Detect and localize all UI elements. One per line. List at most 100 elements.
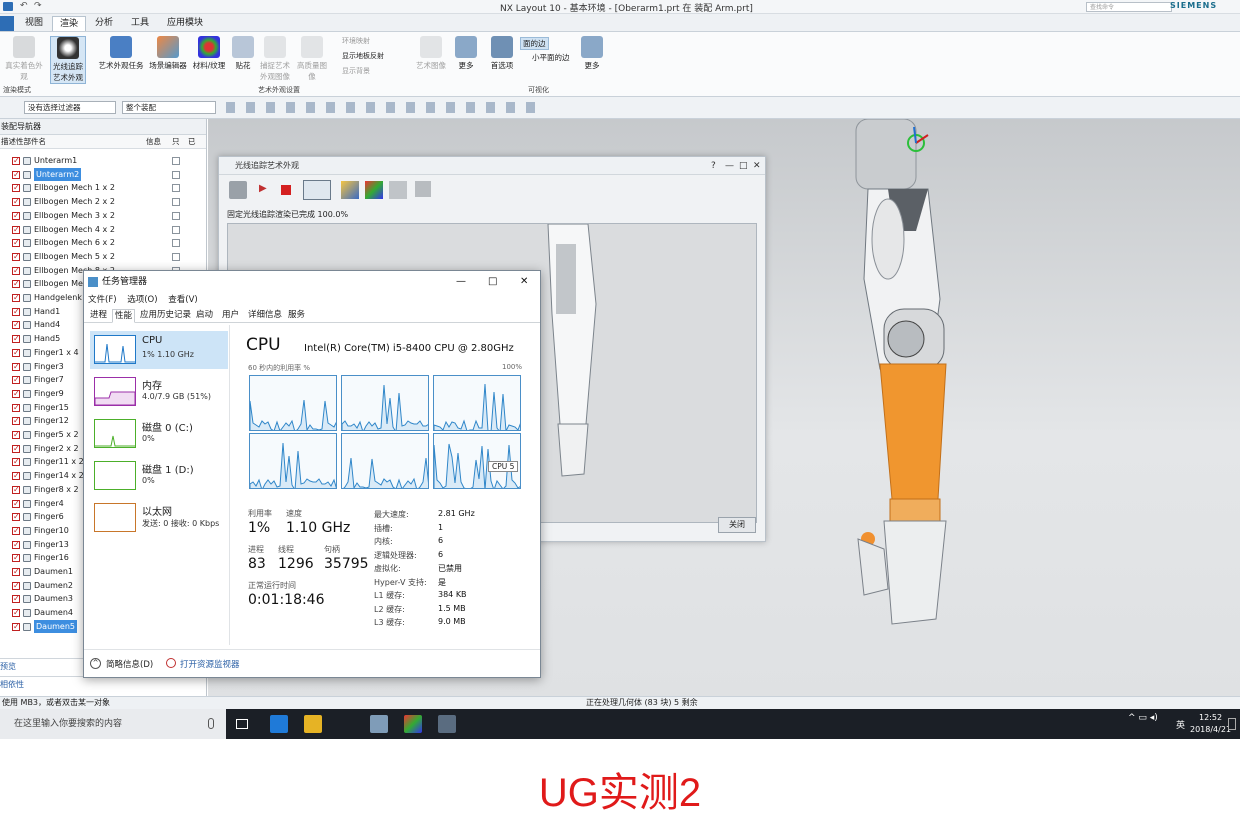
resource-memory[interactable]: 内存 4.0/7.9 GB (51%) [90, 373, 228, 411]
studio-taskbar-icon[interactable] [404, 715, 422, 733]
visibility-checkbox[interactable] [12, 250, 20, 263]
navigator-row[interactable]: Unterarm2 [0, 167, 196, 181]
only-checkbox[interactable] [172, 157, 180, 165]
tm-close-icon[interactable]: ✕ [520, 271, 528, 293]
more-button-1[interactable]: 更多 [454, 36, 478, 71]
tab-tools[interactable]: 工具 [124, 16, 156, 31]
collapse-icon[interactable]: ^ [90, 658, 101, 669]
export-icon[interactable] [389, 181, 407, 199]
app-menu-icon[interactable] [3, 2, 13, 11]
visibility-checkbox[interactable] [12, 538, 20, 551]
visibility-checkbox[interactable] [12, 428, 20, 441]
system-tray-icons[interactable]: ^ ▭ ◂) [1128, 713, 1158, 723]
tab-application[interactable]: 应用模块 [160, 16, 210, 31]
save-image-icon[interactable] [341, 181, 359, 199]
visibility-checkbox[interactable] [12, 401, 20, 414]
environment-map-item[interactable]: 环境映射 [342, 36, 370, 46]
visibility-checkbox[interactable] [12, 277, 20, 290]
dependencies-panel-toggle[interactable]: 相依性 [0, 676, 207, 692]
visibility-checkbox[interactable] [12, 469, 20, 482]
play-icon[interactable]: ▶ [259, 183, 267, 194]
tab-view[interactable]: 视图 [18, 16, 50, 31]
open-resource-monitor-link[interactable]: 打开资源监视器 [180, 658, 240, 670]
floor-reflection-item[interactable]: 显示地板反射 [342, 51, 384, 61]
col-info[interactable]: 信息 [146, 135, 161, 149]
render-icon[interactable] [229, 181, 247, 199]
tab-app-history[interactable]: 应用历史记录 [138, 309, 193, 323]
selection-filter-combo[interactable]: 没有选择过滤器 [24, 101, 116, 114]
visibility-checkbox[interactable] [12, 455, 20, 468]
microphone-icon[interactable] [208, 718, 214, 729]
resource-disk0[interactable]: 磁盘 0 (C:) 0% [90, 415, 228, 453]
select-tools-icon-strip[interactable] [226, 102, 536, 113]
tab-services[interactable]: 服务 [286, 309, 307, 323]
display-mode-dropdown[interactable] [303, 180, 331, 200]
visibility-checkbox[interactable] [12, 264, 20, 277]
only-checkbox[interactable] [172, 252, 180, 261]
tab-startup[interactable]: 启动 [194, 309, 215, 323]
resource-disk1[interactable]: 磁盘 1 (D:) 0% [90, 457, 228, 495]
preferences-button[interactable]: 首选项 [486, 36, 518, 71]
navigator-row[interactable]: Ellbogen Mech 2 x 2 [0, 195, 196, 208]
notification-icon[interactable] [1228, 718, 1236, 730]
resource-cpu[interactable]: CPU 1% 1.10 GHz [90, 331, 228, 369]
visibility-checkbox[interactable] [12, 579, 20, 592]
task-view-icon[interactable] [236, 719, 248, 729]
visibility-checkbox[interactable] [12, 360, 20, 373]
visibility-checkbox[interactable] [12, 387, 20, 400]
tab-processes[interactable]: 进程 [88, 309, 109, 323]
command-search-input[interactable]: 查找命令 [1086, 2, 1172, 12]
tab-performance[interactable]: 性能 [112, 309, 136, 323]
stop-icon[interactable] [281, 185, 291, 195]
visibility-checkbox[interactable] [12, 373, 20, 386]
show-background-item[interactable]: 显示背景 [342, 66, 370, 76]
high-quality-image-button[interactable]: 高质量图像 [294, 36, 330, 82]
visibility-checkbox[interactable] [12, 223, 20, 236]
ime-indicator[interactable]: 英 [1176, 718, 1185, 731]
visibility-checkbox[interactable] [12, 592, 20, 605]
visibility-checkbox[interactable] [12, 154, 20, 167]
visibility-checkbox[interactable] [12, 414, 20, 427]
navigator-row[interactable]: Ellbogen Mech 4 x 2 [0, 223, 196, 236]
maximize-icon[interactable]: □ [739, 157, 748, 175]
tm-maximize-icon[interactable]: □ [488, 271, 497, 293]
undo-icon[interactable]: ↶ [20, 1, 28, 11]
tab-users[interactable]: 用户 [220, 309, 241, 323]
col-only[interactable]: 只 [172, 135, 180, 149]
robot-arm-model[interactable] [828, 119, 1008, 629]
artistic-image-button[interactable]: 艺术图像 [414, 36, 448, 71]
true-shading-button[interactable]: 真实着色外观 [2, 36, 46, 82]
visibility-checkbox[interactable] [12, 332, 20, 345]
visibility-checkbox[interactable] [12, 305, 20, 318]
raytrace-close-button[interactable]: 关闭 [718, 517, 756, 533]
menu-view[interactable]: 查看(V) [168, 295, 197, 305]
tab-render[interactable]: 渲染 [52, 16, 87, 31]
facet-edges-toggle[interactable]: 小平面的边 [532, 52, 570, 63]
capture-image-button[interactable]: 捕捉艺术外观图像 [258, 36, 292, 82]
only-checkbox[interactable] [172, 184, 180, 193]
visibility-checkbox[interactable] [12, 524, 20, 537]
edge-icon[interactable] [270, 715, 288, 733]
visibility-checkbox[interactable] [12, 318, 20, 331]
close-icon[interactable]: ✕ [753, 157, 761, 175]
material-texture-button[interactable]: 材料/纹理 [192, 36, 226, 71]
resource-ethernet[interactable]: 以太网 发送: 0 接收: 0 Kbps [90, 499, 228, 537]
only-checkbox[interactable] [172, 225, 180, 234]
tab-analysis[interactable]: 分析 [88, 16, 120, 31]
color-adjust-icon[interactable] [365, 181, 383, 199]
taskbar-search-input[interactable]: 在这里输入你要搜索的内容 [0, 709, 226, 739]
file-explorer-icon[interactable] [304, 715, 322, 733]
navigator-row[interactable]: Ellbogen Mech 3 x 2 [0, 209, 196, 222]
settings-icon[interactable] [415, 181, 431, 197]
visibility-checkbox[interactable] [12, 551, 20, 564]
taskbar-clock[interactable]: 12:52 2018/4/21 [1190, 712, 1231, 736]
tm-minimize-icon[interactable]: — [456, 271, 466, 293]
visibility-checkbox[interactable] [12, 209, 20, 222]
tab-details[interactable]: 详细信息 [246, 309, 284, 323]
file-menu-button[interactable] [0, 16, 14, 31]
visibility-checkbox[interactable] [12, 181, 20, 194]
visibility-checkbox[interactable] [12, 510, 20, 523]
navigator-row[interactable]: Ellbogen Mech 6 x 2 [0, 236, 196, 249]
help-icon[interactable]: ? [711, 157, 716, 175]
studio-task-button[interactable]: 艺术外观任务 [98, 36, 144, 71]
